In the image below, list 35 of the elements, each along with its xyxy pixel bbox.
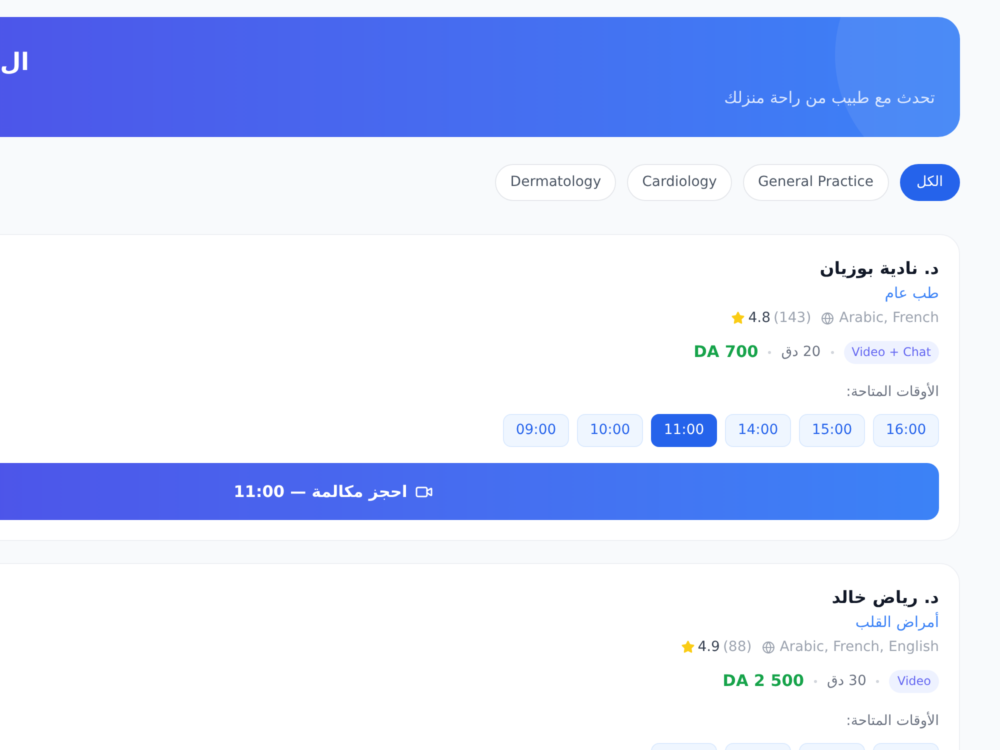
time-slot-button[interactable]: 09:00 bbox=[503, 414, 569, 447]
book-call-button[interactable]: احجز مكالمة — 11:00 bbox=[0, 463, 939, 520]
rating-value: 4.9 bbox=[698, 638, 720, 656]
filter-chip[interactable]: Dermatology bbox=[495, 164, 616, 201]
doctor-specialty: أمراض القلب bbox=[855, 611, 939, 633]
price-text: DA 2 500 bbox=[722, 670, 804, 692]
rating-value: 4.8 bbox=[748, 308, 771, 328]
filter-chip[interactable]: الكل bbox=[900, 164, 960, 201]
time-slot-button[interactable]: 11:00 bbox=[651, 414, 717, 447]
doctor-name: د. رياض خالد bbox=[832, 587, 939, 610]
review-count: (143) bbox=[774, 308, 812, 328]
star-icon bbox=[680, 640, 695, 654]
banner-title: ال bbox=[0, 47, 30, 78]
consultation-type-badge: Video + Chat bbox=[844, 340, 939, 364]
filter-chip[interactable]: Cardiology bbox=[627, 164, 732, 201]
time-slot-button[interactable]: 16:00 bbox=[873, 414, 939, 447]
globe-icon bbox=[762, 640, 775, 654]
star-icon bbox=[731, 311, 746, 325]
consultation-type-badge: Video bbox=[889, 670, 939, 692]
price-text: DA 700 bbox=[694, 341, 758, 363]
duration-text: 20 دق bbox=[781, 342, 821, 362]
time-slot-button[interactable]: 10:00 bbox=[577, 414, 643, 447]
filter-chip[interactable]: General Practice bbox=[742, 164, 888, 201]
time-slot-button[interactable]: 14:00 bbox=[725, 414, 791, 447]
languages-text: Arabic, French bbox=[839, 308, 939, 328]
globe-icon bbox=[821, 312, 834, 324]
doctor-specialty: طب عام bbox=[884, 283, 939, 304]
slots-label: الأوقات المتاحة: bbox=[846, 382, 939, 402]
time-slot-button[interactable]: 15:00 bbox=[799, 414, 865, 447]
doctor-name: د. نادية بوزيان bbox=[820, 258, 939, 281]
banner-subtitle: تحدث مع طبيب من راحة منزلك bbox=[724, 87, 935, 109]
slots-label: الأوقات المتاحة: bbox=[846, 711, 939, 731]
review-count: (88) bbox=[722, 638, 752, 656]
languages-text: Arabic, French, English bbox=[780, 638, 939, 656]
duration-text: 30 دق bbox=[827, 672, 866, 690]
